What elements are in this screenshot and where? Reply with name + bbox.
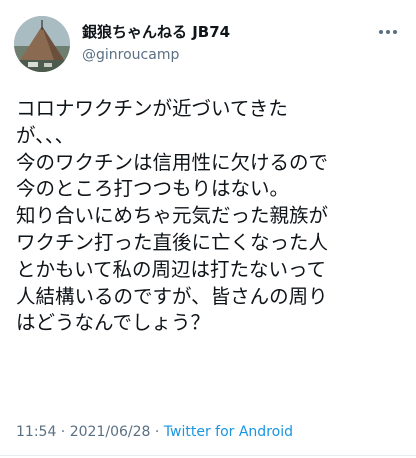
- tweet-date[interactable]: 2021/06/28: [70, 424, 151, 440]
- tweet-text-line: が、、、: [16, 123, 75, 147]
- tweet-metadata: 11:54 · 2021/06/28 · Twitter for Android: [16, 423, 293, 441]
- tweet-text-line: 今のワクチンは信用性に欠けるので: [16, 150, 329, 174]
- avatar-photo-tent: [14, 16, 70, 72]
- meta-separator: ·: [150, 424, 164, 440]
- display-name[interactable]: 銀狼ちゃんねる JB74: [82, 22, 230, 42]
- tweet-text-line: ワクチン打った直後に亡くなった人: [16, 230, 329, 254]
- user-handle[interactable]: @ginroucamp: [82, 46, 179, 64]
- tweet-text: コロナワクチンが近づいてきた が、、、 今のワクチンは信用性に欠けるので 今のと…: [16, 96, 412, 337]
- tweet-text-line: 人結構いるのですが、皆さんの周り: [16, 284, 328, 308]
- more-options-button[interactable]: [376, 22, 400, 42]
- tweet-text-line: コロナワクチンが近づいてきた: [16, 97, 288, 120]
- more-dots-icon: [379, 30, 397, 34]
- avatar[interactable]: [14, 16, 70, 72]
- tweet-time[interactable]: 11:54: [16, 424, 56, 440]
- tweet-card: 銀狼ちゃんねる JB74 @ginroucamp コロナワクチンが近づいてきた …: [0, 0, 416, 458]
- tweet-source-link[interactable]: Twitter for Android: [164, 424, 293, 440]
- tweet-text-line: とかもいて私の周辺は打たないって: [16, 257, 327, 281]
- meta-separator: ·: [56, 424, 70, 440]
- tweet-text-line: 今のところ打つつもりはない。: [16, 177, 290, 201]
- tweet-text-line: はどうなんでしょう？: [16, 311, 211, 335]
- tweet-text-line: 知り合いにめちゃ元気だった親族が: [16, 204, 329, 228]
- divider: [0, 455, 416, 456]
